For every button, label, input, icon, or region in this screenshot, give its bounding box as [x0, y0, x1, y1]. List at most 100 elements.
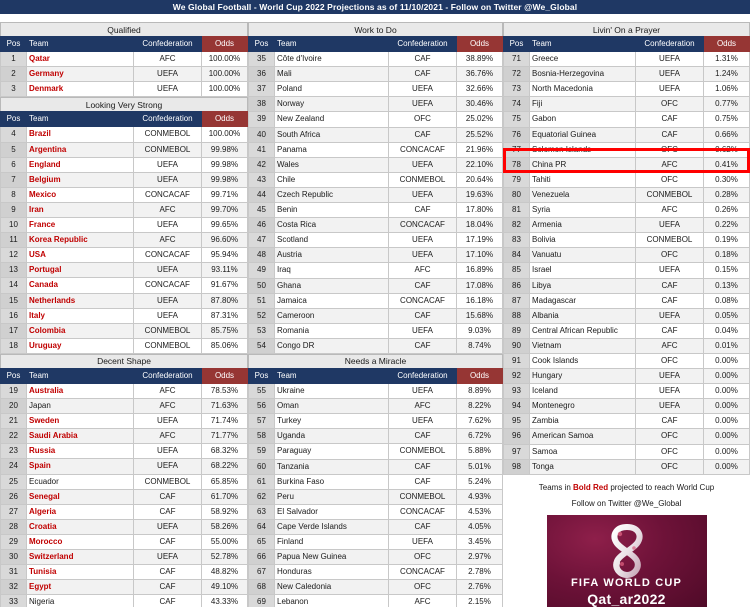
table-row[interactable]: 43 Chile CONMEBOL 20.64%	[248, 171, 503, 188]
table-row[interactable]: 6 England UEFA 99.98%	[0, 156, 248, 173]
table-row[interactable]: 98 Tonga OFC 0.00%	[503, 458, 750, 475]
table-row[interactable]: 36 Mali CAF 36.76%	[248, 66, 503, 83]
table-row[interactable]: 59 Paraguay CONMEBOL 5.88%	[248, 443, 503, 460]
table-row[interactable]: 41 Panama CONCACAF 21.96%	[248, 141, 503, 158]
table-row[interactable]: 74 Fiji OFC 0.77%	[503, 96, 750, 113]
table-row[interactable]: 61 Burkina Faso CAF 5.24%	[248, 473, 503, 490]
table-row[interactable]: 48 Austria UEFA 17.10%	[248, 247, 503, 264]
table-row[interactable]: 5 Argentina CONMEBOL 99.98%	[0, 141, 248, 158]
table-row[interactable]: 93 Iceland UEFA 0.00%	[503, 383, 750, 400]
table-row[interactable]: 33 Nigeria CAF 43.33%	[0, 594, 248, 607]
table-row[interactable]: 16 Italy UEFA 87.31%	[0, 307, 248, 324]
table-row[interactable]: 75 Gabon CAF 0.75%	[503, 111, 750, 128]
table-row[interactable]: 32 Egypt CAF 49.10%	[0, 579, 248, 596]
table-row[interactable]: 82 Armenia UEFA 0.22%	[503, 217, 750, 234]
table-row[interactable]: 76 Equatorial Guinea CAF 0.66%	[503, 126, 750, 143]
table-row[interactable]: 30 Switzerland UEFA 52.78%	[0, 548, 248, 566]
table-row[interactable]: 51 Jamaica CONCACAF 16.18%	[248, 292, 503, 309]
table-row[interactable]: 50 Ghana CAF 17.08%	[248, 277, 503, 294]
table-row[interactable]: 67 Honduras CONCACAF 2.78%	[248, 564, 503, 581]
table-row[interactable]: 52 Cameroon CAF 15.68%	[248, 307, 503, 324]
table-row[interactable]: 25 Ecuador CONMEBOL 65.85%	[0, 473, 248, 490]
table-row[interactable]: 55 Ukraine UEFA 8.89%	[248, 383, 503, 400]
table-row[interactable]: 86 Libya CAF 0.13%	[503, 277, 750, 294]
table-row[interactable]: 63 El Salvador CONCACAF 4.53%	[248, 503, 503, 520]
table-row[interactable]: 3 Denmark UEFA 100.00%	[0, 81, 248, 98]
table-row[interactable]: 4 Brazil CONMEBOL 100.00%	[0, 126, 248, 143]
table-row[interactable]: 91 Cook Islands OFC 0.00%	[503, 352, 750, 370]
table-row[interactable]: 27 Algeria CAF 58.92%	[0, 503, 248, 520]
table-row[interactable]: 90 Vietnam AFC 0.01%	[503, 337, 750, 354]
table-row[interactable]: 69 Lebanon AFC 2.15%	[248, 594, 503, 607]
table-row[interactable]: 28 Croatia UEFA 58.26%	[0, 518, 248, 535]
table-row[interactable]: 92 Hungary UEFA 0.00%	[503, 368, 750, 385]
table-row[interactable]: 10 France UEFA 99.65%	[0, 217, 248, 234]
table-row[interactable]: 8 Mexico CONCACAF 99.71%	[0, 186, 248, 203]
table-row[interactable]: 68 New Caledonia OFC 2.76%	[248, 579, 503, 596]
table-row[interactable]: 96 American Samoa OFC 0.00%	[503, 428, 750, 445]
table-row[interactable]: 19 Australia AFC 78.53%	[0, 382, 248, 400]
table-row[interactable]: 88 Albania UEFA 0.05%	[503, 307, 750, 324]
table-row[interactable]: 13 Portugal UEFA 93.11%	[0, 262, 248, 279]
table-row[interactable]: 45 Benin CAF 17.80%	[248, 202, 503, 219]
table-row[interactable]: 53 Romania UEFA 9.03%	[248, 322, 503, 339]
table-row[interactable]: 20 Japan AFC 71.63%	[0, 398, 248, 415]
table-row[interactable]: 39 New Zealand OFC 25.02%	[248, 111, 503, 128]
cell-pos: 17	[0, 322, 27, 339]
table-row[interactable]: 60 Tanzania CAF 5.01%	[248, 458, 503, 475]
table-row[interactable]: 9 Iran AFC 99.70%	[0, 201, 248, 219]
table-row[interactable]: 79 Tahiti OFC 0.30%	[503, 171, 750, 188]
table-row[interactable]: 37 Poland UEFA 32.66%	[248, 81, 503, 98]
table-row[interactable]: 56 Oman AFC 8.22%	[248, 398, 503, 415]
column-header-confederation: Confederation	[388, 367, 457, 385]
table-row[interactable]: 11 Korea Republic AFC 96.60%	[0, 232, 248, 249]
table-row[interactable]: 12 USA CONCACAF 95.94%	[0, 247, 248, 264]
table-row[interactable]: 29 Morocco CAF 55.00%	[0, 533, 248, 551]
table-row[interactable]: 62 Peru CONMEBOL 4.93%	[248, 488, 503, 505]
table-row[interactable]: 84 Vanuatu OFC 0.18%	[503, 247, 750, 264]
cell-odds: 99.98%	[201, 141, 248, 158]
table-row[interactable]: 77 Solomon Islands OFC 0.62%	[503, 141, 750, 158]
table-row[interactable]: 83 Bolivia CONMEBOL 0.19%	[503, 232, 750, 249]
table-row[interactable]: 7 Belgium UEFA 99.98%	[0, 171, 248, 188]
table-row[interactable]: 14 Canada CONCACAF 91.67%	[0, 277, 248, 294]
table-row[interactable]: 42 Wales UEFA 22.10%	[248, 156, 503, 173]
cell-odds: 0.15%	[703, 262, 750, 279]
table-row[interactable]: 21 Sweden UEFA 71.74%	[0, 413, 248, 430]
table-row[interactable]: 2 Germany UEFA 100.00%	[0, 66, 248, 83]
table-row[interactable]: 40 South Africa CAF 25.52%	[248, 126, 503, 143]
table-row[interactable]: 24 Spain UEFA 68.22%	[0, 458, 248, 475]
table-row[interactable]: 87 Madagascar CAF 0.08%	[503, 292, 750, 309]
table-row[interactable]: 22 Saudi Arabia AFC 71.77%	[0, 428, 248, 445]
table-row[interactable]: 1 Qatar AFC 100.00%	[0, 51, 248, 68]
table-row[interactable]: 38 Norway UEFA 30.46%	[248, 96, 503, 113]
table-row[interactable]: 89 Central African Republic CAF 0.04%	[503, 322, 750, 339]
table-row[interactable]: 35 Côte d'Ivoire CAF 38.89%	[248, 51, 503, 68]
table-row[interactable]: 58 Uganda CAF 6.72%	[248, 428, 503, 445]
table-row[interactable]: 18 Uruguay CONMEBOL 85.06%	[0, 337, 248, 354]
table-row[interactable]: 57 Turkey UEFA 7.62%	[248, 413, 503, 430]
table-row[interactable]: 95 Zambia CAF 0.00%	[503, 413, 750, 430]
table-row[interactable]: 17 Colombia CONMEBOL 85.75%	[0, 322, 248, 339]
table-row[interactable]: 72 Bosnia-Herzegovina UEFA 1.24%	[503, 66, 750, 83]
table-row[interactable]: 94 Montenegro UEFA 0.00%	[503, 398, 750, 415]
table-row[interactable]: 31 Tunisia CAF 48.82%	[0, 564, 248, 581]
table-row[interactable]: 78 China PR AFC 0.41%	[503, 156, 750, 173]
table-row[interactable]: 49 Iraq AFC 16.89%	[248, 262, 503, 279]
table-row[interactable]: 64 Cape Verde Islands CAF 4.05%	[248, 518, 503, 536]
table-row[interactable]: 97 Samoa OFC 0.00%	[503, 443, 750, 460]
table-row[interactable]: 71 Greece UEFA 1.31%	[503, 51, 750, 68]
table-row[interactable]: 46 Costa Rica CONCACAF 18.04%	[248, 217, 503, 234]
table-row[interactable]: 66 Papua New Guinea OFC 2.97%	[248, 549, 503, 566]
table-row[interactable]: 65 Finland UEFA 3.45%	[248, 533, 503, 551]
table-row[interactable]: 73 North Macedonia UEFA 1.06%	[503, 81, 750, 98]
table-row[interactable]: 54 Congo DR CAF 8.74%	[248, 337, 503, 354]
table-row[interactable]: 26 Senegal CAF 61.70%	[0, 488, 248, 505]
table-row[interactable]: 47 Scotland UEFA 17.19%	[248, 232, 503, 249]
table-row[interactable]: 15 Netherlands UEFA 87.80%	[0, 292, 248, 309]
table-row[interactable]: 44 Czech Republic UEFA 19.63%	[248, 186, 503, 204]
table-row[interactable]: 85 Israel UEFA 0.15%	[503, 262, 750, 279]
table-row[interactable]: 80 Venezuela CONMEBOL 0.28%	[503, 186, 750, 204]
table-row[interactable]: 23 Russia UEFA 68.32%	[0, 443, 248, 460]
table-row[interactable]: 81 Syria AFC 0.26%	[503, 202, 750, 219]
